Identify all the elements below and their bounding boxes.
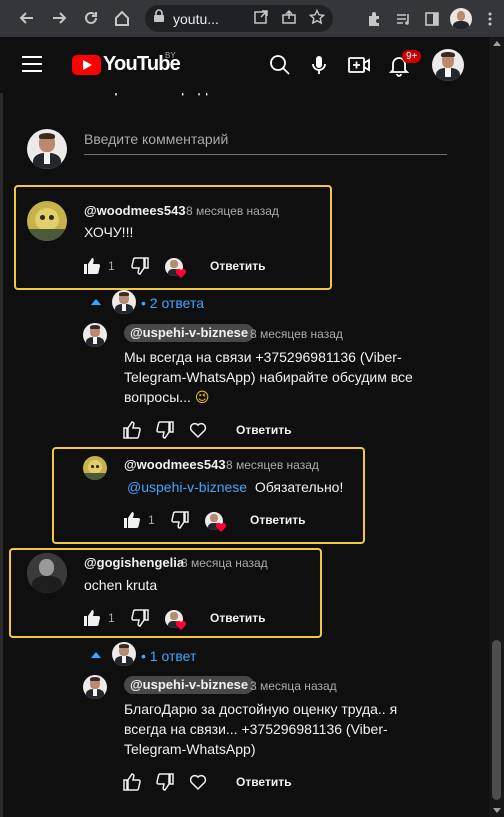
home-icon[interactable] [107,3,137,33]
comment-time[interactable]: 3 месяца назад [181,556,268,570]
reply-text-line: вопросы... 😉 [124,389,210,405]
account-avatar[interactable] [432,49,464,81]
bookmark-star-icon[interactable] [308,8,326,30]
reply-text-line: всегда на связи... +375296981136 (Viber- [124,721,388,737]
dislike-icon[interactable] [170,510,190,530]
commenter-avatar[interactable] [27,553,67,593]
like-icon[interactable] [122,772,142,792]
scroll-down-arrow-icon[interactable] [493,808,501,813]
comment-input[interactable]: Введите комментарий [84,131,228,147]
replier-avatar[interactable] [83,323,107,347]
replier-avatar[interactable] [83,675,107,699]
comment-text: ochen kruta [84,577,158,593]
profile-avatar[interactable] [446,4,475,34]
microphone-icon[interactable] [307,53,331,77]
reading-list-icon[interactable] [388,4,417,34]
youtube-logo[interactable]: YouTube BY [72,51,181,76]
comment-time[interactable]: 8 месяцев назад [186,204,279,218]
reply-author[interactable]: @woodmees543 [124,457,226,472]
heart-icon [175,620,187,630]
heart-outline-icon[interactable] [189,421,209,441]
search-icon[interactable] [268,53,292,77]
comment-author[interactable]: @woodmees543 [84,203,186,218]
comment-author[interactable]: @gogishengelia [84,555,184,570]
open-in-app-icon[interactable] [253,9,269,30]
commenter-avatar[interactable] [27,201,67,241]
notifications-badge: 9+ [402,50,422,63]
heart-icon [175,268,187,278]
like-filled-icon[interactable] [122,510,142,530]
logo-country: BY [165,51,176,60]
replier-avatar[interactable] [83,456,107,480]
replier-avatar-small [112,290,136,314]
dislike-icon[interactable] [130,256,150,276]
menu-icon[interactable] [22,56,42,77]
reply-button[interactable]: Ответить [210,611,265,625]
like-icon[interactable] [122,420,142,440]
dislike-icon[interactable] [155,420,175,440]
forward-icon[interactable] [44,3,74,33]
youtube-play-icon [72,54,101,75]
reply-time[interactable]: 8 месяцев назад [226,458,319,472]
like-count: 1 [148,513,155,527]
reply-time[interactable]: 8 месяцев назад [250,327,343,341]
chrome-menu-icon[interactable] [475,4,504,34]
replies-toggle[interactable]: • 1 ответ [141,648,196,664]
browser-toolbar: youtu... [0,0,504,37]
like-count: 1 [108,611,115,625]
reply-text-line: БлагоДарю за достойную оценку труда.. я [124,701,398,717]
collapse-replies-icon[interactable] [91,299,101,305]
like-count: 1 [108,259,115,273]
mention-link[interactable]: @uspehi-v-biznese [127,479,247,495]
page-left-edge [0,37,3,817]
url-text: youtu... [173,10,219,27]
channel-owner-badge[interactable]: @uspehi-v-biznese [124,676,255,694]
reply-button[interactable]: Ответить [210,259,265,273]
scrollbar[interactable] [489,37,504,817]
reply-text-line: Мы всегда на связи +375296981136 (Viber- [124,349,402,365]
reply-text: @uspehi-v-biznese Обязательно! [127,479,344,495]
share-icon[interactable] [281,9,297,30]
create-video-icon[interactable] [347,53,371,77]
scrollbar-thumb[interactable] [492,640,501,800]
youtube-header: YouTube BY 9+ [0,37,489,93]
dislike-icon[interactable] [130,608,150,628]
back-icon[interactable] [12,3,42,33]
comment-text: ХОЧУ!!! [84,224,134,240]
extensions-icon[interactable] [359,4,388,34]
reply-text-line: Telegram-WhatsApp) набирайте обсудим все [124,369,413,385]
replies-toggle[interactable]: • 2 ответа [141,295,204,311]
user-avatar [27,129,67,169]
like-filled-icon[interactable] [82,608,102,628]
comment-input-underline [84,154,447,155]
reply-button[interactable]: Ответить [236,423,291,437]
heart-outline-icon[interactable] [189,773,209,793]
side-panel-icon[interactable] [417,4,446,34]
dislike-icon[interactable] [155,772,175,792]
replier-avatar-small [112,642,136,666]
channel-owner-badge[interactable]: @uspehi-v-biznese [124,324,255,342]
collapse-replies-icon[interactable] [91,652,101,658]
reload-icon[interactable] [76,3,106,33]
address-bar[interactable]: youtu... [145,5,333,32]
reply-button[interactable]: Ответить [236,775,291,789]
reply-time[interactable]: 3 месяца назад [250,679,337,693]
reply-button[interactable]: Ответить [250,513,305,527]
lock-icon [153,9,165,28]
reply-text-line: Telegram-WhatsApp) [124,741,256,757]
scroll-up-arrow-icon[interactable] [493,41,501,46]
heart-icon [215,522,227,532]
like-filled-icon[interactable] [82,256,102,276]
wink-emoji: 😉 [194,389,210,405]
page-viewport: 5 комментариев Упорядочить YouTube BY 9+… [0,37,504,817]
